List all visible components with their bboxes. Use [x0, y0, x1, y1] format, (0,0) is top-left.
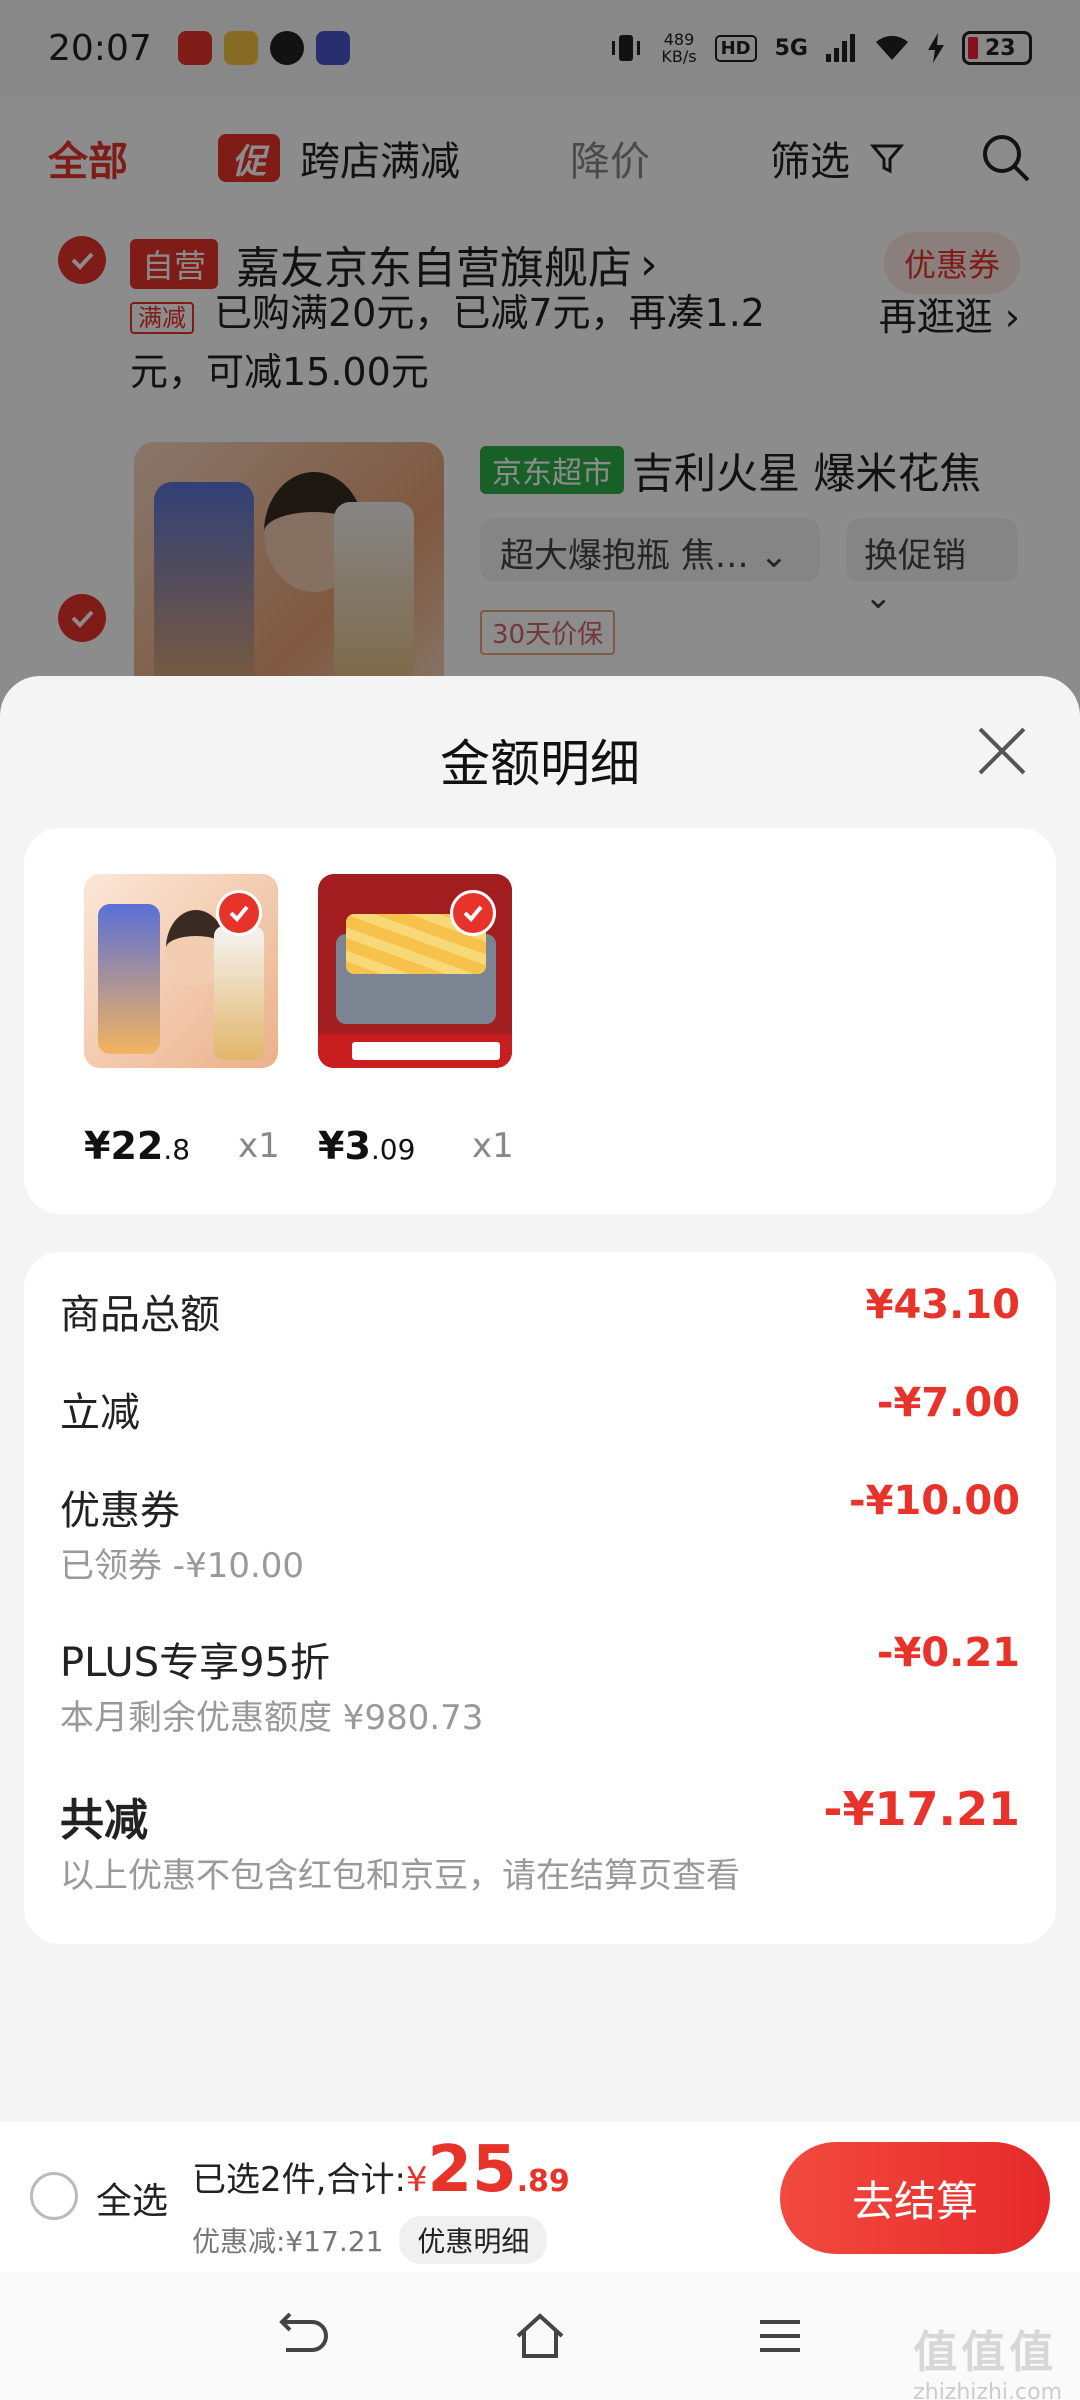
- total-reduction-note: 以上优惠不包含红包和京豆，请在结算页查看: [60, 1856, 740, 1896]
- close-icon[interactable]: [974, 722, 1030, 778]
- plus-discount-sub: 本月剩余优惠额度 ¥980.73: [60, 1698, 484, 1738]
- amount-breakdown-card: 商品总额 ¥43.10 立减 -¥7.00 优惠券 -¥10.00 已领券 -¥…: [24, 1252, 1056, 1944]
- select-all-checkbox[interactable]: [30, 2172, 78, 2220]
- item-price: ¥22.8: [84, 1124, 191, 1168]
- selected-items-card: ¥22.8 x1 ¥3.09 x1: [24, 828, 1056, 1214]
- item-price: ¥3.09: [318, 1124, 416, 1168]
- discount-amount: 优惠减:¥17.21: [192, 2225, 384, 2258]
- total-reduction-value: -¥17.21: [823, 1782, 1020, 1836]
- discount-summary: 优惠减:¥17.21 优惠明细: [192, 2216, 548, 2264]
- item-quantity: x1: [238, 1126, 280, 1166]
- total-label: 商品总额: [60, 1292, 220, 1338]
- total-summary: 已选2件,合计: ¥ 25 .89: [192, 2138, 570, 2202]
- check-icon: [216, 890, 262, 936]
- checkout-bar: 全选 已选2件,合计: ¥ 25 .89 优惠减:¥17.21 优惠明细 去结算: [0, 2122, 1080, 2272]
- check-icon: [450, 890, 496, 936]
- total-decimal: .89: [516, 2164, 570, 2199]
- total-integer: 25: [427, 2133, 517, 2207]
- coupon-value: -¥10.00: [849, 1478, 1020, 1524]
- currency-symbol: ¥: [405, 2160, 428, 2200]
- checkout-button[interactable]: 去结算: [780, 2142, 1050, 2254]
- item-thumbnail-popcorn[interactable]: [84, 874, 278, 1068]
- plus-discount-label: PLUS专享95折: [60, 1640, 330, 1686]
- instant-discount-value: -¥7.00: [876, 1380, 1020, 1426]
- menu-icon[interactable]: [752, 2308, 808, 2364]
- sheet-title: 金额明细: [440, 735, 640, 793]
- coupon-label: 优惠券: [60, 1488, 180, 1534]
- instant-discount-label: 立减: [60, 1390, 140, 1436]
- coupon-sub: 已领券 -¥10.00: [60, 1546, 305, 1586]
- total-reduction-label: 共减: [60, 1795, 148, 1846]
- item-thumbnail-fries[interactable]: [318, 874, 512, 1068]
- plus-discount-value: -¥0.21: [876, 1630, 1020, 1676]
- selected-count: 已选2件,合计:: [192, 2160, 406, 2200]
- back-icon[interactable]: [272, 2308, 328, 2364]
- select-all-label[interactable]: 全选: [96, 2172, 168, 2224]
- item-quantity: x1: [472, 1126, 514, 1166]
- discount-detail-button[interactable]: 优惠明细: [399, 2216, 548, 2264]
- watermark: 值值值 zhizhizhi.com: [913, 2327, 1062, 2400]
- total-value: ¥43.10: [865, 1282, 1020, 1328]
- home-icon[interactable]: [512, 2308, 568, 2364]
